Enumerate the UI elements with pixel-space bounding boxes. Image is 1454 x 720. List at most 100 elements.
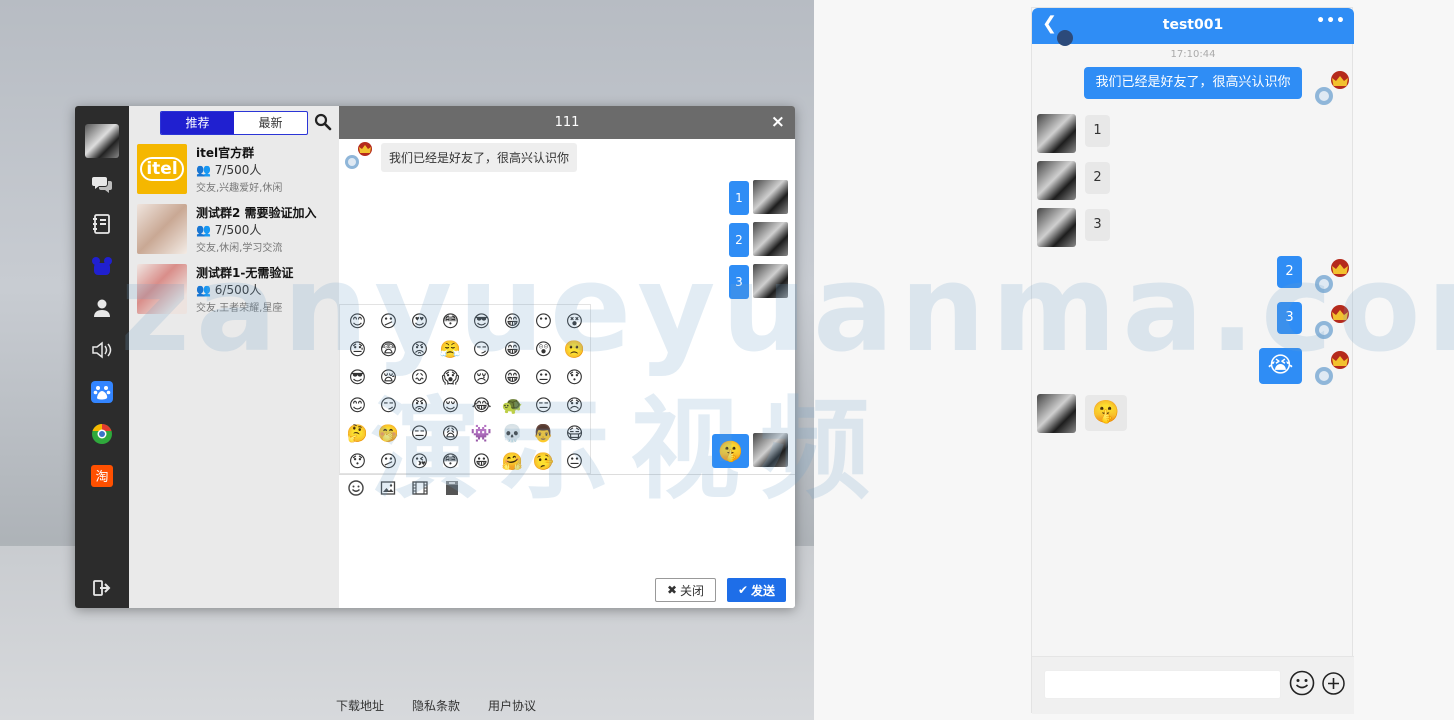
group-avatar-photo [137, 264, 187, 314]
footer-link-download[interactable]: 下载地址 [336, 697, 384, 714]
image-icon[interactable] [379, 479, 397, 497]
mobile-input-bar [1032, 656, 1354, 714]
emoji-option[interactable]: 💀 [497, 420, 528, 448]
emoji-option[interactable]: 😷 [559, 420, 590, 448]
emoji-option[interactable]: 😊 [342, 392, 373, 420]
emoji-option[interactable]: 😕 [373, 308, 404, 336]
footer-link-privacy[interactable]: 隐私条款 [412, 697, 460, 714]
more-icon[interactable]: ••• [1316, 13, 1346, 29]
group-icon-active[interactable] [90, 254, 114, 278]
group-count-text: 7/500人 [214, 163, 262, 177]
emoji-option[interactable]: 😖 [404, 364, 435, 392]
outgoing-message: 1 [729, 181, 749, 215]
emoji-option[interactable]: 😤 [435, 336, 466, 364]
speaker-icon[interactable] [90, 338, 114, 362]
my-avatar[interactable] [85, 124, 119, 158]
browser-icon[interactable] [90, 422, 114, 446]
emoji-option[interactable]: 😕 [373, 448, 404, 476]
emoji-option[interactable]: 😳 [435, 308, 466, 336]
baidu-icon[interactable] [90, 380, 114, 404]
emoji-option[interactable]: 😑 [528, 392, 559, 420]
emoji-option[interactable]: 😁 [497, 336, 528, 364]
svg-text:淘: 淘 [95, 470, 108, 485]
emoji-option[interactable]: 😡 [404, 392, 435, 420]
emoji-option[interactable]: 😯 [559, 364, 590, 392]
group-name: 测试群1-无需验证 [196, 266, 294, 280]
emoji-option[interactable]: 😨 [373, 336, 404, 364]
emoji-option[interactable]: 👾 [466, 420, 497, 448]
emoji-option[interactable]: 😂 [466, 392, 497, 420]
emoji-option[interactable]: 😢 [466, 364, 497, 392]
group-item[interactable]: itel itel官方群 👥 7/500人 交友,兴趣爱好,休闲 [137, 144, 337, 200]
contacts-book-icon[interactable] [90, 212, 114, 236]
emoji-option[interactable]: 😯 [342, 448, 373, 476]
chat-icon[interactable] [90, 172, 114, 196]
emoji-icon[interactable] [347, 479, 365, 497]
tab-latest[interactable]: 最新 [234, 112, 307, 134]
emoji-option[interactable]: 😁 [497, 308, 528, 336]
emoji-option[interactable]: 🙁 [559, 336, 590, 364]
footer-link-agreement[interactable]: 用户协议 [488, 697, 536, 714]
emoji-option[interactable]: 😩 [435, 420, 466, 448]
emoji-option[interactable]: 😏 [373, 392, 404, 420]
emoji-option[interactable]: 🐢 [497, 392, 528, 420]
outgoing-emoji-message: 🤫 [712, 434, 749, 468]
send-button[interactable]: ✔ 发送 [727, 578, 786, 602]
video-icon[interactable] [411, 479, 429, 497]
emoji-option[interactable]: 😪 [373, 364, 404, 392]
emoji-option[interactable]: 😱 [435, 364, 466, 392]
group-tags: 交友,兴趣爱好,休闲 [196, 183, 283, 194]
group-item[interactable]: 测试群1-无需验证 👥 6/500人 交友,王者荣耀,星座 [137, 264, 337, 320]
emoji-option[interactable]: 👨 [528, 420, 559, 448]
emoji-option[interactable]: 😵 [559, 308, 590, 336]
mobile-header: ❮ test001 ••• [1032, 8, 1354, 46]
emoji-option[interactable]: 😌 [435, 392, 466, 420]
message-input[interactable] [1044, 670, 1281, 699]
conversation-header: 111 × [339, 106, 795, 139]
mobile-title: test001 [1162, 17, 1224, 33]
incoming-emoji-message: 🤫 [1085, 395, 1127, 431]
emoji-option[interactable]: 😳 [435, 448, 466, 476]
group-count-text: 7/500人 [214, 223, 262, 237]
avatar [753, 433, 788, 467]
emoji-option[interactable]: 😡 [404, 336, 435, 364]
emoji-option[interactable]: 🤔 [342, 420, 373, 448]
group-item[interactable]: 测试群2 需要验证加入 👥 7/500人 交友,休闲,学习交流 [137, 204, 337, 260]
outgoing-message: 2 [729, 223, 749, 257]
check-icon: ✔ [737, 583, 749, 597]
emoji-option[interactable]: 😎 [342, 364, 373, 392]
avatar [753, 264, 788, 298]
emoji-option[interactable]: 😞 [559, 392, 590, 420]
emoji-option[interactable]: 😑 [404, 420, 435, 448]
mobile-chat-panel: ❮ test001 ••• 17:10:44 我们已经是好友了，很高兴认识你 1… [1031, 7, 1354, 714]
incoming-message: 2 [1085, 162, 1110, 194]
emoji-option[interactable]: 😘 [404, 448, 435, 476]
search-icon[interactable] [314, 113, 332, 131]
emoji-option[interactable]: 😊 [342, 308, 373, 336]
emoji-option[interactable]: 😏 [466, 336, 497, 364]
emoji-option[interactable]: 🤥 [528, 448, 559, 476]
emoji-option[interactable]: 😐 [559, 448, 590, 476]
emoji-option[interactable]: 😐 [528, 364, 559, 392]
plus-icon[interactable] [1322, 672, 1345, 695]
close-button[interactable]: ✖ 关闭 [655, 578, 716, 602]
contact-avatar [1037, 208, 1076, 247]
emoji-option[interactable]: 🤗 [497, 448, 528, 476]
emoji-option[interactable]: 😎 [466, 308, 497, 336]
taobao-icon[interactable]: 淘 [90, 464, 114, 488]
emoji-icon[interactable] [1289, 670, 1315, 696]
emoji-option[interactable]: 😶 [528, 308, 559, 336]
outgoing-message: 2 [1277, 256, 1302, 288]
close-icon[interactable]: × [771, 106, 785, 139]
emoji-option[interactable]: 😁 [497, 364, 528, 392]
group-list-panel: 推荐 最新 itel itel官方群 👥 7/500人 交友,兴趣爱好,休闲 测… [129, 106, 339, 608]
tab-recommended[interactable]: 推荐 [161, 112, 234, 134]
emoji-option[interactable]: 😀 [466, 448, 497, 476]
emoji-option[interactable]: 😍 [404, 308, 435, 336]
emoji-option[interactable]: 😲 [528, 336, 559, 364]
emoji-option[interactable]: 😓 [342, 336, 373, 364]
emoji-option[interactable]: 🤭 [373, 420, 404, 448]
user-icon[interactable] [90, 296, 114, 320]
file-icon[interactable] [443, 479, 461, 497]
logout-icon[interactable] [90, 576, 114, 600]
